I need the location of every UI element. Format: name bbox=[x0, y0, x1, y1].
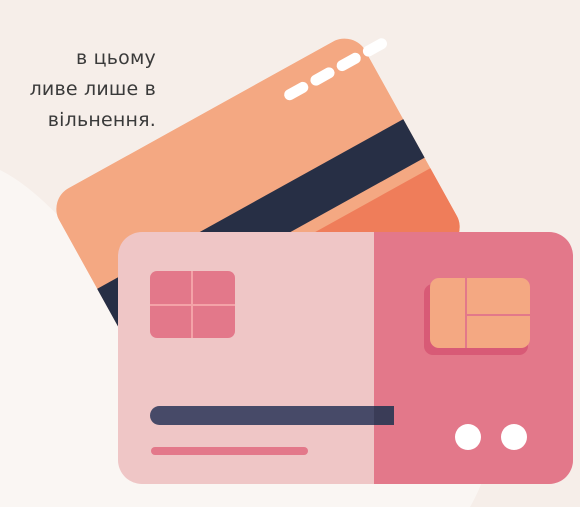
orange-chip-icon bbox=[424, 278, 530, 355]
credit-cards-illustration bbox=[47, 29, 573, 484]
card-name-bar bbox=[150, 406, 394, 425]
card-dot-icon bbox=[501, 424, 527, 450]
front-credit-card bbox=[118, 232, 573, 484]
card-dot-icon bbox=[455, 424, 481, 450]
pink-chip-icon bbox=[150, 271, 235, 338]
card-detail-bar bbox=[151, 447, 308, 455]
card-name-bar-shade bbox=[374, 406, 394, 425]
